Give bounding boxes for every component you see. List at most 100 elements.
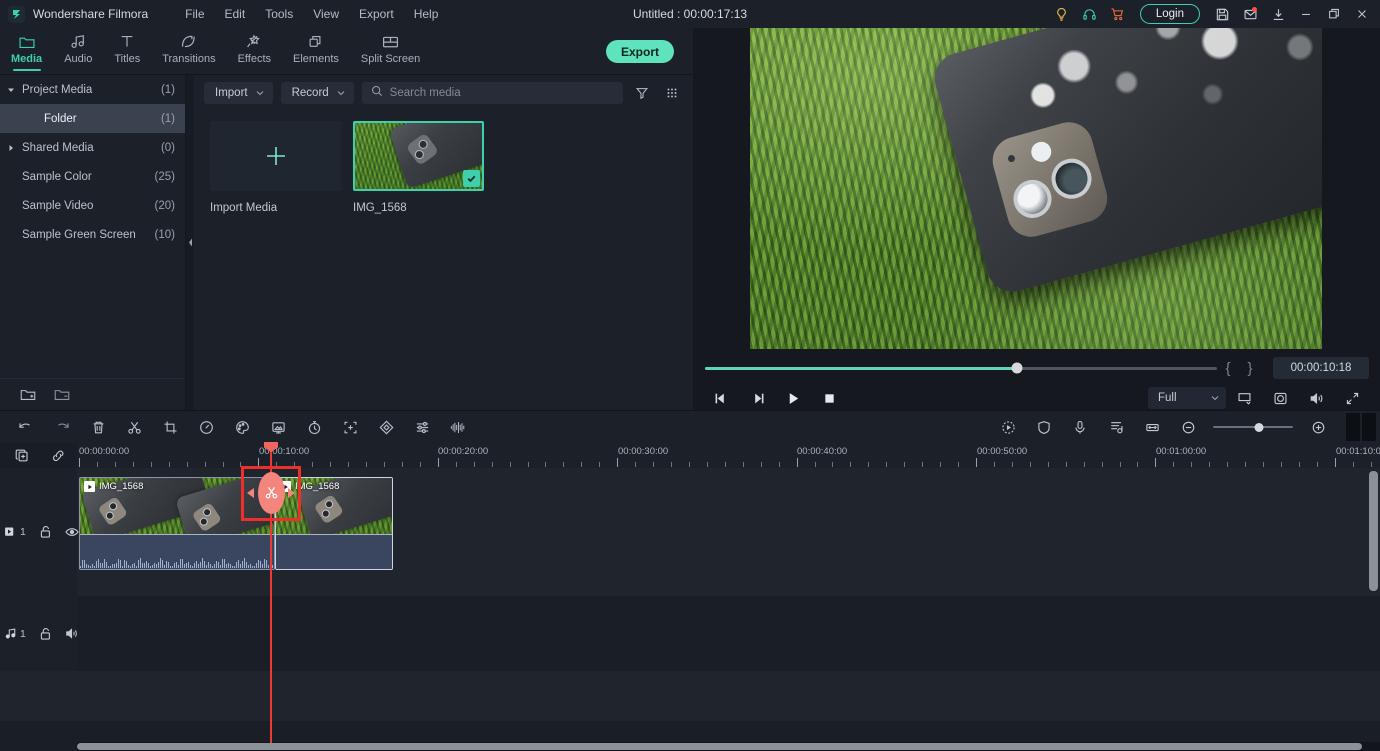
preview-seek-slider[interactable] (705, 362, 1217, 374)
zoom-slider-handle[interactable] (1254, 422, 1264, 432)
new-folder-icon[interactable] (18, 385, 38, 405)
preview-panel: { } 00:00:10:18 Full (693, 28, 1380, 410)
zoom-out-icon[interactable] (1170, 413, 1206, 441)
camera-icon[interactable] (1262, 385, 1298, 411)
timeline-clip[interactable]: IMG_1568 (275, 477, 393, 570)
menu-view[interactable]: View (304, 3, 348, 25)
search-input[interactable] (389, 86, 614, 99)
delete-icon[interactable] (80, 413, 116, 441)
auto-captions-icon[interactable] (1098, 413, 1134, 441)
import-dropdown[interactable]: Import (204, 81, 273, 104)
sidebar-item-sample-video[interactable]: Sample Video (20) (0, 191, 185, 220)
crop-icon[interactable] (152, 413, 188, 441)
split-scissors-icon[interactable] (116, 413, 152, 441)
menu-edit[interactable]: Edit (216, 3, 255, 25)
mark-in-button[interactable]: { (1217, 360, 1239, 377)
export-button[interactable]: Export (606, 40, 674, 63)
green-screen-icon[interactable] (260, 413, 296, 441)
preview-seek-handle[interactable] (1011, 362, 1023, 374)
lightbulb-icon[interactable] (1048, 0, 1076, 28)
unlock-icon[interactable] (39, 625, 52, 643)
menu-help[interactable]: Help (405, 3, 448, 25)
timeline-playhead[interactable] (264, 442, 278, 743)
panel-collapse-handle[interactable] (186, 75, 194, 410)
expand-arrows-icon[interactable] (1334, 385, 1370, 411)
undo-icon[interactable] (8, 413, 44, 441)
timeline-empty-row-1[interactable] (0, 671, 1380, 721)
motion-tracking-icon[interactable] (990, 413, 1026, 441)
close-icon[interactable] (1348, 0, 1376, 28)
cart-icon[interactable] (1104, 0, 1132, 28)
grid-view-icon[interactable] (661, 82, 683, 104)
mark-out-button[interactable]: } (1239, 360, 1261, 377)
audio-track-1-row[interactable]: 1 (0, 596, 1380, 671)
fit-timeline-icon[interactable] (1134, 413, 1170, 441)
tab-effects[interactable]: Effects (227, 28, 282, 75)
remove-folder-icon[interactable] (52, 385, 72, 405)
step-back-icon[interactable] (703, 385, 739, 411)
mask-shield-icon[interactable] (1026, 413, 1062, 441)
sidebar-item-project-media[interactable]: Project Media (1) (0, 75, 185, 104)
zoom-in-icon[interactable] (1300, 413, 1336, 441)
mail-icon[interactable] (1236, 0, 1264, 28)
save-icon[interactable] (1208, 0, 1236, 28)
preview-quality-dropdown[interactable]: Full (1148, 387, 1226, 409)
preview-video[interactable] (750, 28, 1322, 349)
video-track-1-row[interactable]: 1 IMG_1568 IMG_1568 (0, 468, 1380, 596)
menu-file[interactable]: File (176, 3, 213, 25)
import-media-tile[interactable]: Import Media (210, 121, 341, 214)
tab-media[interactable]: Media (0, 28, 53, 75)
ruler-minor-tick (1137, 462, 1139, 467)
record-dropdown[interactable]: Record (280, 81, 354, 104)
voiceover-mic-icon[interactable] (1062, 413, 1098, 441)
sidebar-item-sample-green-screen[interactable]: Sample Green Screen (10) (0, 220, 185, 249)
keyframe-diamond-icon[interactable] (368, 413, 404, 441)
color-palette-icon[interactable] (224, 413, 260, 441)
timeline-vertical-scrollbar[interactable] (1369, 471, 1378, 591)
filter-funnel-icon[interactable] (631, 82, 653, 104)
media-thumbnail[interactable] (353, 121, 484, 191)
duration-clock-icon[interactable] (296, 413, 332, 441)
audio-waveform-icon[interactable] (440, 413, 476, 441)
search-field[interactable] (361, 81, 623, 104)
sidebar-item-sample-color[interactable]: Sample Color (25) (0, 162, 185, 191)
redo-icon[interactable] (44, 413, 80, 441)
download-icon[interactable] (1264, 0, 1292, 28)
sidebar-item-shared-media[interactable]: Shared Media (0) (0, 133, 185, 162)
tab-split-screen[interactable]: Split Screen (350, 28, 431, 75)
tab-elements[interactable]: Elements (282, 28, 350, 75)
eye-icon[interactable] (65, 523, 79, 541)
headset-support-icon[interactable] (1076, 0, 1104, 28)
media-item[interactable]: IMG_1568 (353, 121, 484, 214)
timeline-panel: 00:00:00:00 00:00:10:00 00:00:20:00 00:0… (0, 443, 1380, 751)
tab-titles[interactable]: Titles (103, 28, 151, 75)
split-screen-icon (382, 33, 399, 50)
tab-audio[interactable]: Audio (53, 28, 103, 75)
speaker-icon[interactable] (65, 625, 79, 643)
play-icon[interactable] (775, 385, 811, 411)
import-media-dropzone[interactable] (210, 121, 341, 191)
step-forward-icon[interactable] (739, 385, 775, 411)
caret-right-icon[interactable] (0, 144, 22, 152)
monitor-render-icon[interactable] (1226, 385, 1262, 411)
menu-export[interactable]: Export (350, 3, 403, 25)
speed-icon[interactable] (188, 413, 224, 441)
hscroll-thumb[interactable] (77, 743, 1362, 750)
stop-icon[interactable] (811, 385, 847, 411)
restore-icon[interactable] (1320, 0, 1348, 28)
caret-down-icon[interactable] (0, 86, 22, 94)
login-button[interactable]: Login (1139, 4, 1200, 24)
sidebar-item-folder[interactable]: Folder (1) (0, 104, 185, 133)
timeline-zoom-slider[interactable] (1213, 420, 1293, 434)
menu-tools[interactable]: Tools (256, 3, 302, 25)
timeline-horizontal-scrollbar[interactable] (77, 742, 1380, 751)
speaker-icon[interactable] (1298, 385, 1334, 411)
unlock-icon[interactable] (39, 523, 52, 541)
timeline-clip[interactable]: IMG_1568 (79, 477, 275, 570)
minimize-icon[interactable] (1292, 0, 1320, 28)
add-track-icon[interactable] (12, 447, 32, 465)
adjust-sliders-icon[interactable] (404, 413, 440, 441)
tab-transitions[interactable]: Transitions (151, 28, 226, 75)
link-unlink-icon[interactable] (48, 447, 68, 465)
auto-reframe-icon[interactable] (332, 413, 368, 441)
